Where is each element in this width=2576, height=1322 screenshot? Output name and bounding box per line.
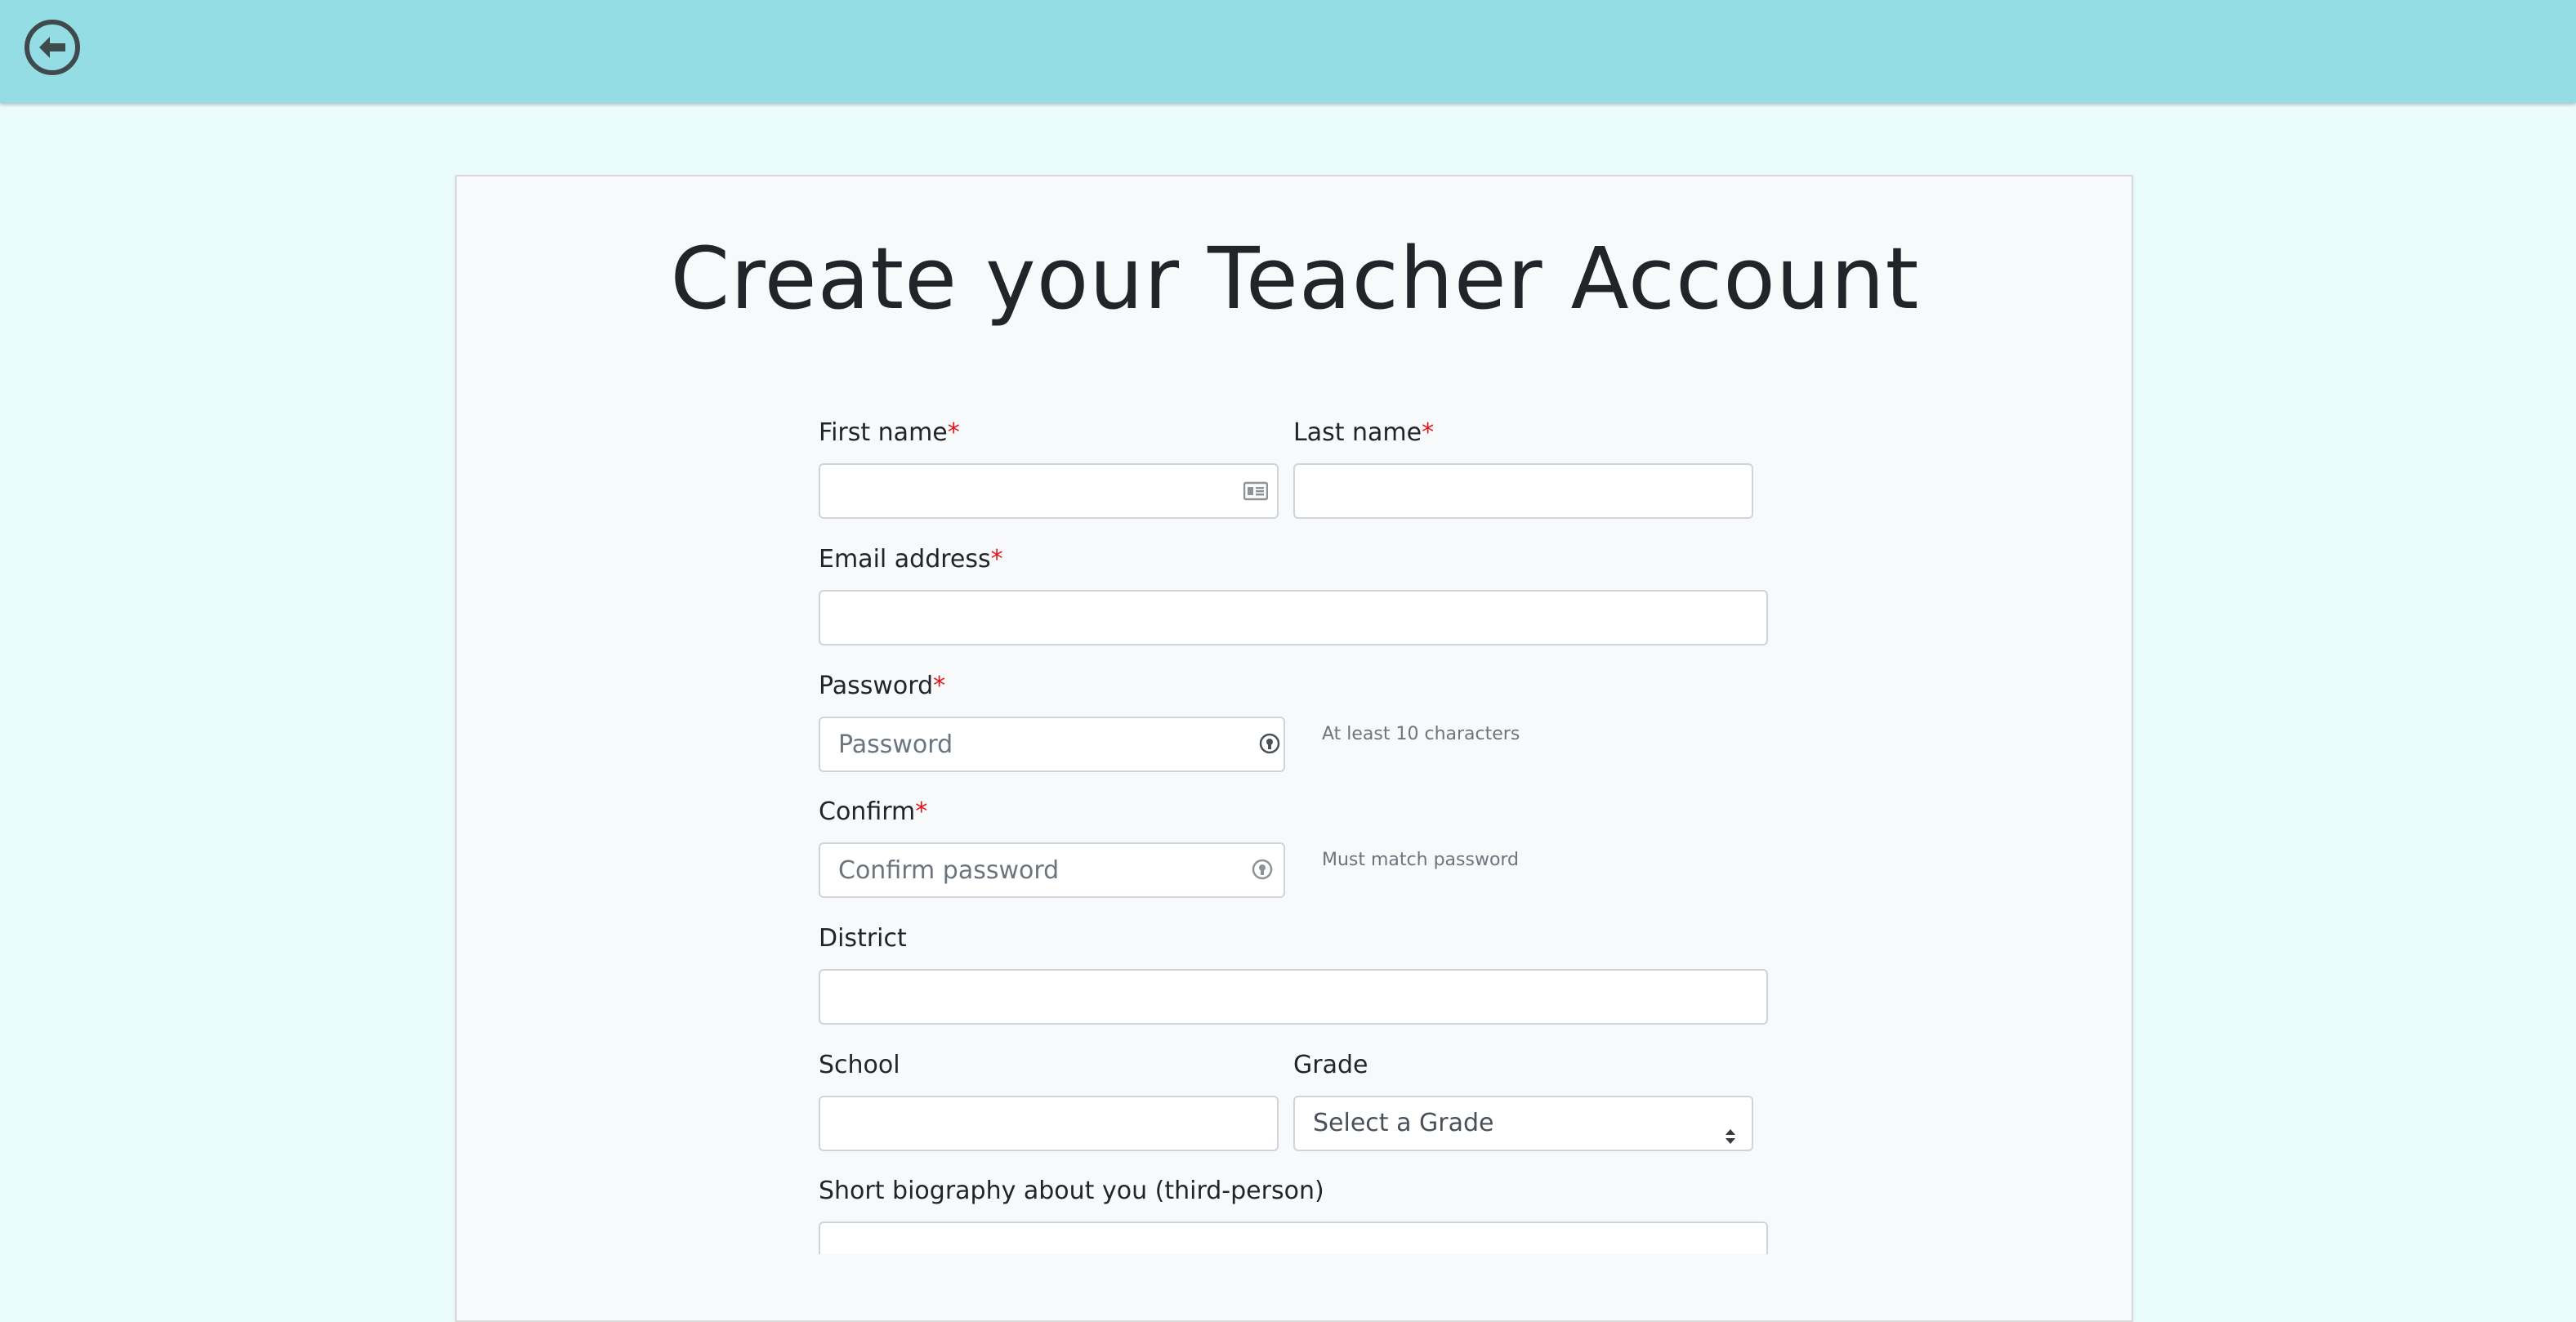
- required-marker: *: [947, 418, 960, 447]
- last-name-label: Last name*: [1293, 418, 1435, 447]
- password-help-text: At least 10 characters: [1322, 724, 1520, 744]
- top-nav-bar: [0, 0, 2576, 103]
- first-name-label: First name*: [819, 418, 960, 447]
- confirm-password-input[interactable]: [819, 842, 1285, 898]
- required-marker: *: [915, 797, 928, 826]
- required-marker: *: [990, 545, 1003, 574]
- bio-label: Short biography about you (third-person): [819, 1177, 1324, 1205]
- grade-select[interactable]: Select a Grade: [1293, 1096, 1753, 1151]
- grade-label: Grade: [1293, 1051, 1368, 1079]
- grade-selected-value: Select a Grade: [1313, 1109, 1494, 1137]
- password-label: Password*: [819, 672, 946, 700]
- password-input[interactable]: [819, 717, 1285, 772]
- confirm-help-text: Must match password: [1322, 850, 1520, 870]
- email-label: Email address*: [819, 545, 1003, 574]
- confirm-label: Confirm*: [819, 797, 928, 826]
- page-title: Create your Teacher Account: [670, 229, 1920, 328]
- first-name-input[interactable]: [819, 463, 1279, 519]
- last-name-input[interactable]: [1293, 463, 1753, 519]
- bio-textarea[interactable]: [819, 1222, 1768, 1254]
- required-marker: *: [1422, 418, 1435, 447]
- district-label: District: [819, 924, 907, 953]
- required-marker: *: [933, 672, 946, 700]
- school-input[interactable]: [819, 1096, 1279, 1151]
- email-input[interactable]: [819, 590, 1768, 645]
- back-arrow-icon[interactable]: [23, 18, 82, 77]
- select-caret-icon: [1724, 1114, 1737, 1144]
- school-label: School: [819, 1051, 900, 1079]
- district-input[interactable]: [819, 969, 1768, 1025]
